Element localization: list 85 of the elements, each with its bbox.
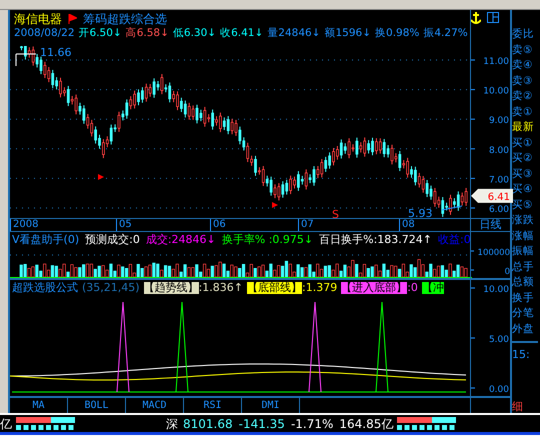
indicator-value: 收益:0 [438, 234, 470, 247]
quote-field: 量24846↓ [267, 28, 320, 38]
high-price-label: 11.66 [40, 46, 72, 59]
detail-tab[interactable]: 细 [512, 400, 523, 413]
indicator-value: 换手率% :0.975↓ [222, 234, 314, 247]
quote-panel-label[interactable]: 委比 [512, 27, 538, 42]
indicator-value: 百日换手%:183.724↑ [319, 234, 432, 247]
stock-name: 海信电器 [14, 13, 62, 25]
current-price-tag [471, 188, 513, 203]
date-label: 2008 [13, 220, 38, 230]
quote-field: 收6.41↓ [220, 28, 264, 38]
axis-label: 10.00 [483, 285, 509, 295]
status-amount: 亿 [0, 418, 12, 430]
quote-field: 高6.58↓ [126, 28, 169, 38]
quote-field: 换0.98% [375, 28, 420, 38]
quote-panel-label[interactable]: 振幅 [512, 244, 538, 260]
quote-panel-label[interactable]: 买③ [512, 166, 538, 182]
indicator-value: :0 [407, 282, 418, 294]
quote-panel-label[interactable]: 涨跌 [512, 213, 538, 228]
quote-panel-label[interactable]: 买① [512, 136, 538, 151]
quote-panel-label[interactable]: 卖⑤ [512, 42, 538, 58]
axis-label: 0 [504, 267, 510, 277]
time-label: 15: [512, 348, 530, 361]
quote-panel-label[interactable]: 分笔 [512, 306, 538, 322]
axis-label: 6.00 [488, 205, 509, 215]
leader-line [16, 54, 36, 66]
axis-label: 9.00 [488, 116, 509, 126]
indicator-value: 预测成交:0 [85, 234, 140, 247]
buy-arrow-icon [98, 174, 104, 180]
quote-field: 振4.27% [423, 28, 468, 38]
sell-signal: S [332, 208, 339, 218]
axis-label: 0.00 [488, 385, 509, 395]
anchor-icon[interactable] [471, 12, 481, 24]
quote-panel-label[interactable]: 换手 [512, 290, 538, 306]
axis-label: 8.00 [488, 146, 509, 156]
quote-field: 开6.50↓ [78, 28, 122, 38]
quote-panel-label[interactable]: 买② [512, 151, 538, 166]
quote-panel-label[interactable]: 买④ [512, 182, 538, 198]
quote-panel-label[interactable]: 卖③ [512, 74, 538, 89]
market-meter-drawing [397, 416, 458, 432]
date-label: 08 [402, 220, 415, 230]
layout-icon[interactable] [487, 12, 499, 23]
quote-panel-label[interactable]: 卖① [512, 104, 538, 120]
quote-panel-label[interactable]: 卖② [512, 89, 538, 104]
current-price: 6.41 [488, 192, 510, 203]
indicator-title: V看盘助手(0) [12, 234, 80, 247]
quote-field: 低6.30↓ [172, 28, 216, 38]
quote-panel-label[interactable]: 总手 [512, 260, 538, 275]
date-label: 07 [301, 220, 314, 230]
indicator-value: :1.836↑ [198, 282, 243, 294]
quote-panel-label[interactable]: 涨幅 [512, 228, 538, 244]
axis-label: 5.00 [488, 335, 509, 345]
leader-line [442, 206, 462, 210]
quote-field: 额1596↓ [324, 28, 372, 38]
index-name: 深 [166, 418, 178, 430]
indicator-label: 【底部线】 [247, 282, 302, 294]
date-label: 05 [119, 220, 132, 230]
quote-panel-label[interactable]: 最新 [512, 120, 538, 136]
axis-label: 7.00 [488, 175, 509, 186]
indicator-value: :1.379 [302, 282, 338, 294]
date-label: 06 [213, 220, 226, 230]
indicator-title: 超跌选股公式 [12, 282, 78, 294]
axis-label: 11.00 [483, 57, 509, 67]
low-price-label: 5.93 [408, 207, 432, 218]
indicator-label: 【冲 [422, 282, 444, 294]
quote-panel-label[interactable]: 买⑤ [512, 198, 538, 213]
quote-panel-label[interactable]: 卖④ [512, 58, 538, 74]
index-change: -141.35 [238, 418, 285, 430]
axis-label: 100000 [478, 248, 510, 258]
formula-name: 筹码超跌综合选 [83, 13, 167, 25]
axis-label: 10.00 [483, 86, 509, 97]
index-value: 8101.68 [183, 418, 233, 430]
indicator-label: 【趋势线】 [144, 282, 199, 294]
index-amount: 164.85亿 [339, 418, 394, 430]
index-percent: -1.71% [290, 418, 334, 430]
indicator-label: 【进入底部】 [341, 282, 408, 294]
quote-panel-label[interactable]: 外盘 [512, 322, 538, 337]
quote-panel-label[interactable]: 总额 [512, 275, 538, 290]
buy-arrow-icon [272, 202, 278, 208]
flag-icon [68, 14, 77, 24]
period-label[interactable]: 日线 [480, 218, 502, 231]
quote-date: 2008/08/22 [14, 28, 75, 38]
indicator-params: (35,21,45) [82, 282, 140, 294]
market-meter-drawing [16, 416, 76, 432]
indicator-value: 成交:24846↓ [146, 234, 216, 247]
